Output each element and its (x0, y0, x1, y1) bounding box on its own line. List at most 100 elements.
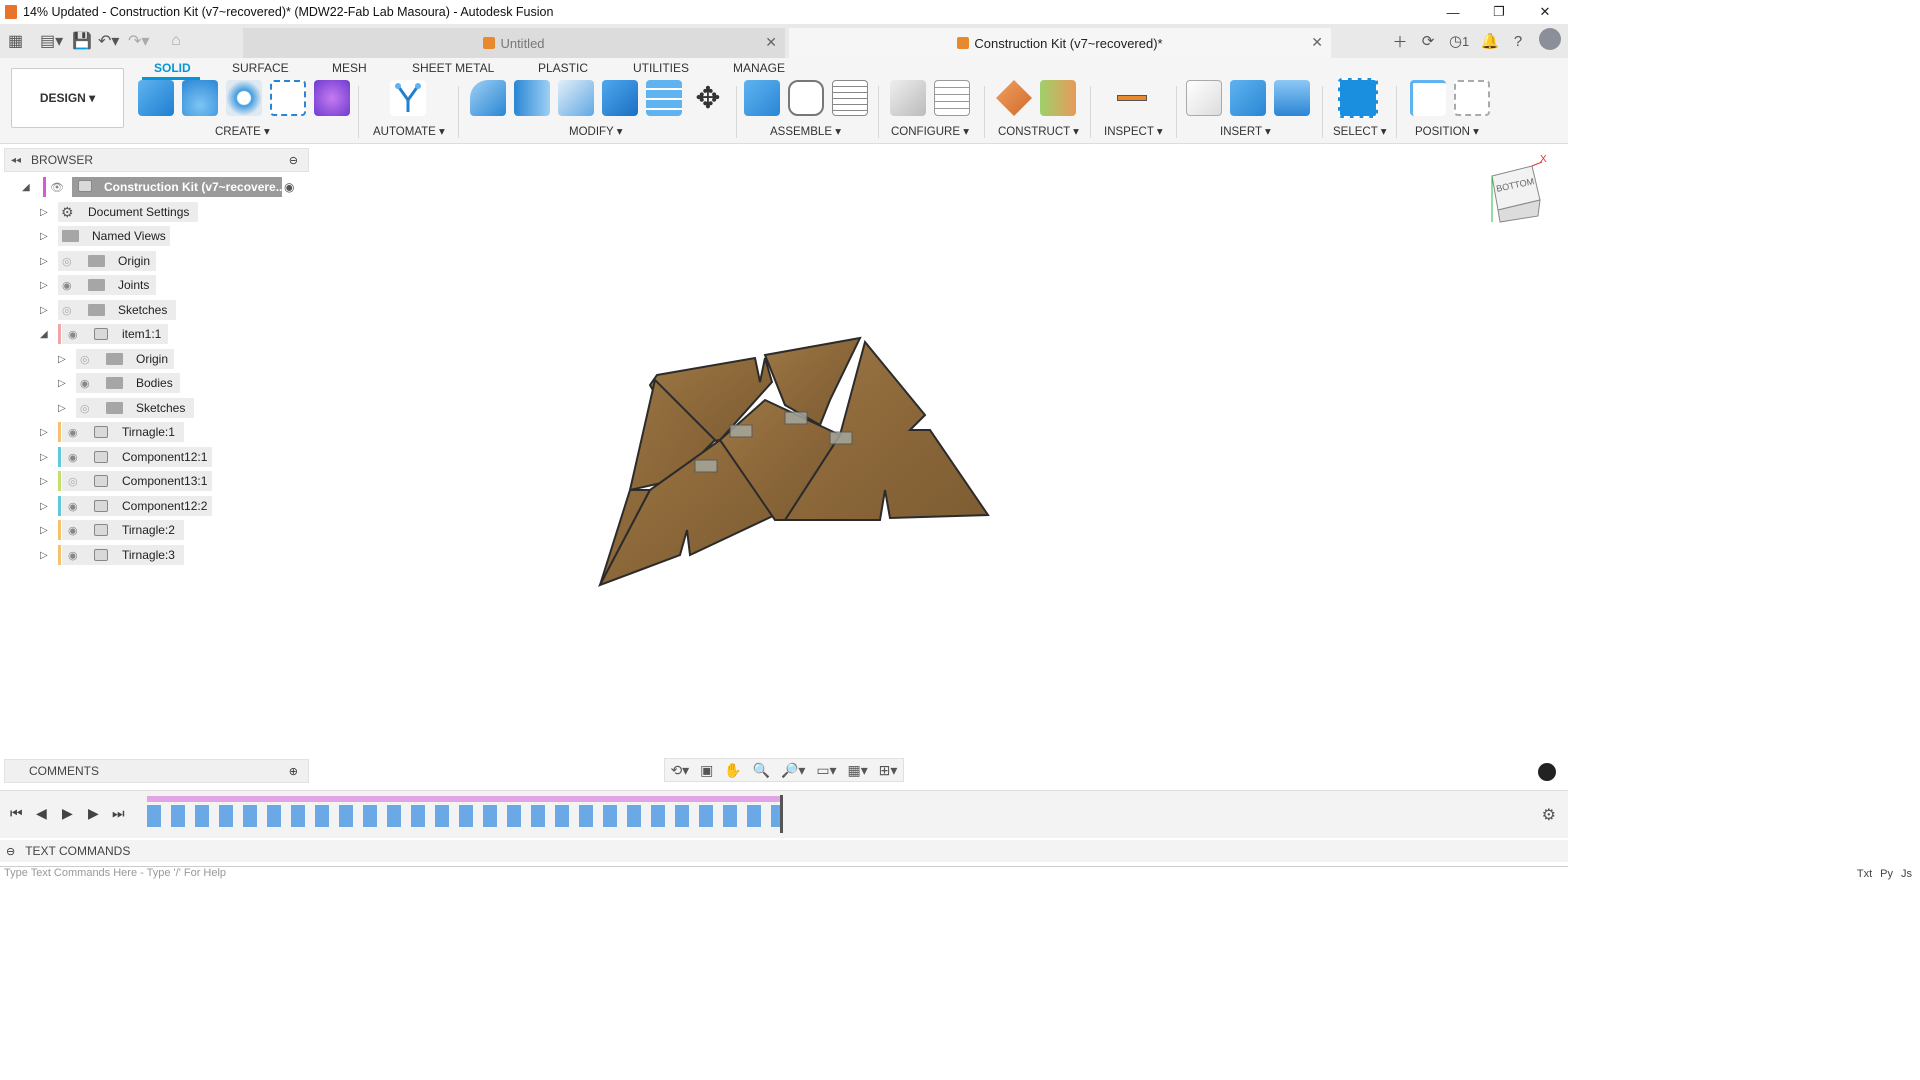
viewports-icon[interactable]: ⊞▾ (879, 762, 898, 779)
data-panel-icon[interactable]: ⟳ (1414, 32, 1442, 50)
expand-arrow-icon[interactable]: ▷ (40, 256, 48, 267)
tab-untitled[interactable]: Untitled ✕ (243, 28, 785, 58)
step-forward-icon[interactable]: ▶ (88, 805, 99, 822)
zoom-icon[interactable]: 🔍 (753, 762, 770, 779)
combine-icon[interactable] (602, 80, 638, 116)
expand-arrow-icon[interactable]: ▷ (40, 550, 48, 561)
configure-icon[interactable] (890, 80, 926, 116)
expand-arrow-icon[interactable]: ▷ (40, 452, 48, 463)
help-icon[interactable]: ? (1504, 33, 1532, 50)
collapse-arrow-icon[interactable]: ◢ (22, 182, 30, 193)
group-configure[interactable]: CONFIGURE ▾ (891, 124, 969, 138)
group-create[interactable]: CREATE ▾ (215, 124, 270, 138)
collapse-arrow-icon[interactable]: ◢ (40, 329, 48, 340)
text-command-input[interactable]: Type Text Commands Here - Type '/' For H… (0, 866, 1568, 881)
timeline-features[interactable] (147, 805, 781, 827)
automate-icon[interactable] (390, 80, 426, 116)
expand-arrow-icon[interactable]: ▷ (40, 207, 48, 218)
timeline-marker[interactable] (780, 795, 783, 833)
visibility-eye-icon[interactable]: ◉ (68, 328, 78, 341)
new-tab-icon[interactable]: ＋ (1386, 31, 1414, 52)
text-commands-header[interactable]: ⊖ TEXT COMMANDS (0, 840, 1568, 862)
expand-arrow-icon[interactable]: ▷ (40, 305, 48, 316)
browser-item-tirnagle-2[interactable]: ▷ ◉ Tirnagle:2 (38, 520, 198, 540)
joint-icon[interactable] (788, 80, 824, 116)
expand-arrow-icon[interactable]: ▷ (58, 354, 66, 365)
visibility-eye-icon[interactable]: ◉ (68, 451, 78, 464)
tab-utilities[interactable]: UTILITIES (633, 61, 689, 75)
hidden-eye-icon[interactable]: ◎ (62, 304, 72, 317)
group-automate[interactable]: AUTOMATE ▾ (373, 124, 445, 138)
restore-button[interactable]: ❐ (1476, 0, 1522, 24)
browser-minimize-icon[interactable]: ⊖ (289, 154, 298, 167)
collapse-text-commands-icon[interactable]: ⊖ (6, 845, 15, 858)
hidden-eye-icon[interactable]: ◎ (80, 402, 90, 415)
construction-kit-model[interactable] (597, 336, 990, 587)
bill-of-materials-icon[interactable] (832, 80, 868, 116)
capture-position-icon[interactable] (1410, 80, 1446, 116)
tab-surface[interactable]: SURFACE (232, 61, 289, 75)
measure-icon[interactable] (1114, 80, 1150, 116)
fillet-icon[interactable] (470, 80, 506, 116)
visibility-eye-icon[interactable]: ◉ (62, 279, 72, 292)
browser-item-bodies[interactable]: ▷ ◉ Bodies (56, 373, 196, 393)
close-tab-icon[interactable]: ✕ (1311, 34, 1323, 51)
offset-plane-icon[interactable] (996, 80, 1032, 116)
pan-icon[interactable]: ✋ (724, 762, 741, 779)
grid-settings-icon[interactable]: ▦▾ (848, 762, 868, 779)
browser-item-named-views[interactable]: ▷ Named Views (38, 226, 178, 246)
expand-arrow-icon[interactable]: ▷ (40, 501, 48, 512)
assistant-icon[interactable] (1538, 763, 1556, 781)
user-avatar[interactable] (1532, 28, 1568, 54)
browser-item-tirnagle-1[interactable]: ▷ ◉ Tirnagle:1 (38, 422, 198, 442)
add-comment-icon[interactable]: ⊕ (289, 765, 298, 778)
expand-arrow-icon[interactable]: ▷ (40, 476, 48, 487)
shell-icon[interactable] (558, 80, 594, 116)
split-body-icon[interactable] (646, 80, 682, 116)
file-menu-icon[interactable]: ▤▾ (40, 31, 72, 51)
revert-position-icon[interactable] (1454, 80, 1490, 116)
browser-item-document-settings[interactable]: ▷ ⚙ Document Settings (38, 202, 198, 222)
configuration-table-icon[interactable] (934, 80, 970, 116)
save-icon[interactable]: 💾 (72, 31, 98, 51)
expand-arrow-icon[interactable]: ▷ (40, 280, 48, 291)
step-back-icon[interactable]: ◀ (36, 805, 47, 822)
model-viewport[interactable] (590, 330, 1000, 600)
visibility-eye-icon[interactable]: ◉ (68, 549, 78, 562)
browser-root-item[interactable]: ◢ 👁 Construction Kit (v7~recovere... ◉ (20, 177, 310, 197)
tab-sheet-metal[interactable]: SHEET METAL (412, 61, 494, 75)
group-select[interactable]: SELECT ▾ (1333, 124, 1387, 138)
hole-icon[interactable] (226, 80, 262, 116)
orbit-icon[interactable]: ⟲▾ (670, 762, 689, 779)
collapse-browser-icon[interactable]: ◂◂ (11, 155, 21, 166)
visibility-eye-icon[interactable]: ◉ (68, 500, 78, 513)
visibility-eye-icon[interactable]: ◉ (68, 524, 78, 537)
move-copy-icon[interactable]: ✥ (690, 80, 726, 116)
expand-arrow-icon[interactable]: ▷ (40, 427, 48, 438)
create-form-icon[interactable] (314, 80, 350, 116)
browser-header[interactable]: ◂◂ BROWSER ⊖ (4, 148, 309, 172)
group-modify[interactable]: MODIFY ▾ (569, 124, 622, 138)
expand-arrow-icon[interactable]: ▷ (40, 231, 48, 242)
new-component-icon[interactable] (744, 80, 780, 116)
hidden-eye-icon[interactable]: ◎ (68, 475, 78, 488)
expand-arrow-icon[interactable]: ▷ (58, 403, 66, 414)
browser-item-item1-origin[interactable]: ▷ ◎ Origin (56, 349, 196, 369)
insert-mcmaster-icon[interactable] (1230, 80, 1266, 116)
go-to-end-icon[interactable]: ⏭ (112, 805, 125, 822)
look-at-icon[interactable]: ▣ (700, 762, 713, 779)
browser-item-item1-sketches[interactable]: ▷ ◎ Sketches (56, 398, 196, 418)
browser-item-component13-1[interactable]: ▷ ◎ Component13:1 (38, 471, 218, 491)
visibility-eye-icon[interactable]: 👁 (50, 181, 64, 194)
mode-js[interactable]: Js (1901, 868, 1912, 880)
comments-panel-header[interactable]: COMMENTS ⊕ (4, 759, 309, 783)
press-pull-icon[interactable] (514, 80, 550, 116)
workspace-switcher[interactable]: DESIGN ▾ (11, 68, 124, 128)
display-settings-icon[interactable]: ▭▾ (816, 762, 836, 779)
go-to-start-icon[interactable]: ⏮ (10, 805, 23, 822)
extrude-icon[interactable] (138, 80, 174, 116)
expand-arrow-icon[interactable]: ▷ (40, 525, 48, 536)
home-icon[interactable]: ⌂ (158, 32, 194, 50)
insert-derive-icon[interactable] (1186, 80, 1222, 116)
timeline-settings-gear-icon[interactable]: ⚙ (1542, 805, 1556, 825)
